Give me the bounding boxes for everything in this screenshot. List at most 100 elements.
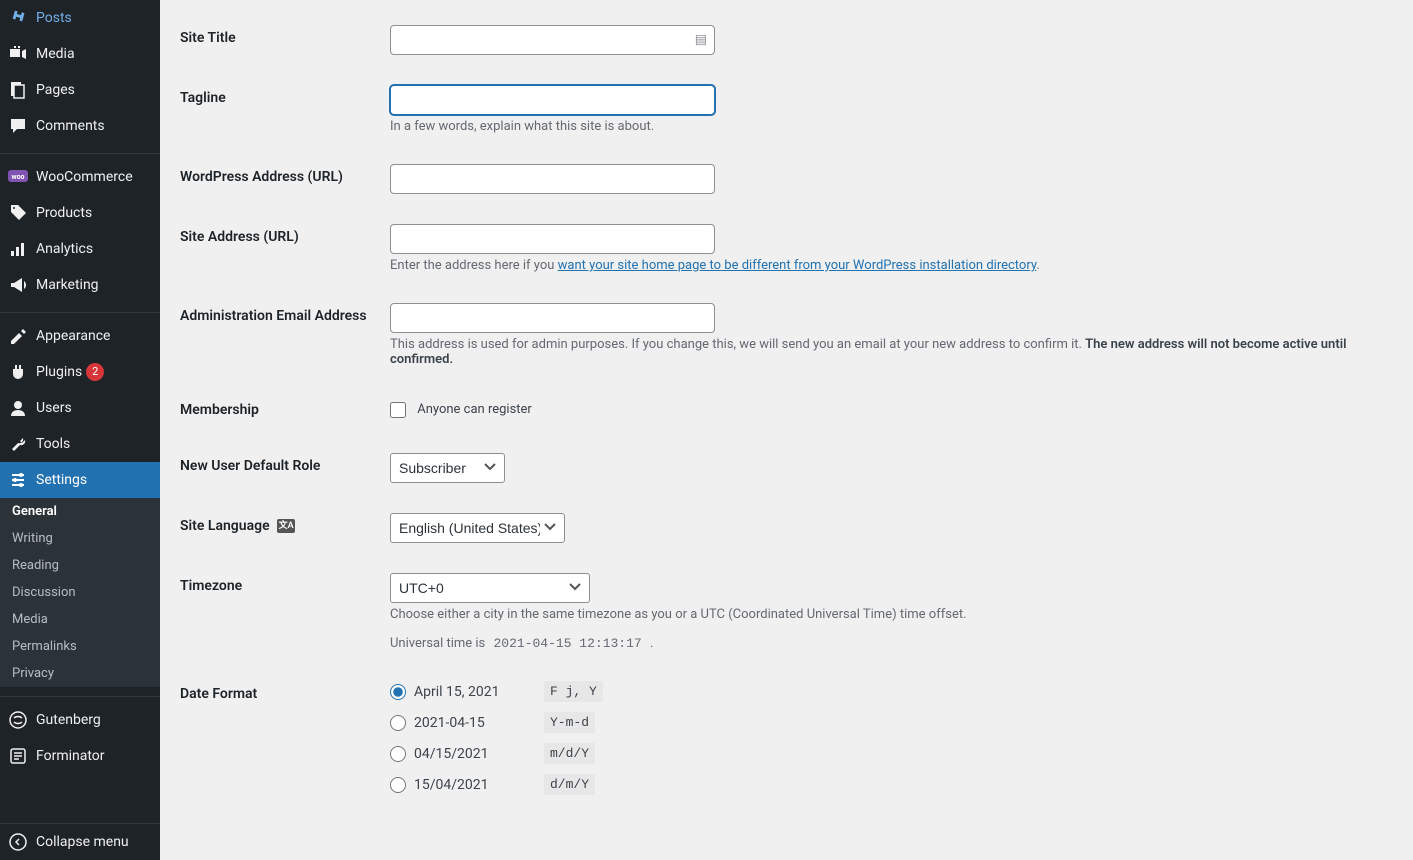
menu-separator xyxy=(0,308,160,313)
submenu-permalinks[interactable]: Permalinks xyxy=(0,633,160,660)
menu-separator xyxy=(0,149,160,154)
membership-label: Membership xyxy=(180,402,259,418)
sidebar-label: Products xyxy=(36,205,92,221)
sidebar-label: Users xyxy=(36,400,72,416)
sidebar-label: Analytics xyxy=(36,241,93,257)
sidebar-item-media[interactable]: Media xyxy=(0,36,160,72)
sidebar-item-forminator[interactable]: Forminator xyxy=(0,738,160,774)
plugins-icon xyxy=(8,362,28,382)
date-format-option[interactable]: 2021-04-15Y-m-d xyxy=(390,712,1383,733)
date-format-option[interactable]: April 15, 2021F j, Y xyxy=(390,681,1383,702)
date-format-display: 04/15/2021 xyxy=(414,746,544,762)
date-format-code: Y-m-d xyxy=(544,712,595,733)
admin-email-label: Administration Email Address xyxy=(180,308,367,324)
sidebar-label: Collapse menu xyxy=(36,834,129,850)
default-role-select[interactable]: Subscriber xyxy=(390,453,505,483)
appearance-icon xyxy=(8,326,28,346)
sidebar-item-pages[interactable]: Pages xyxy=(0,72,160,108)
tagline-input[interactable] xyxy=(390,85,715,115)
site-language-select[interactable]: English (United States) xyxy=(390,513,565,543)
sidebar-item-products[interactable]: Products xyxy=(0,195,160,231)
sidebar-label: Plugins xyxy=(36,364,82,380)
date-format-radio[interactable] xyxy=(390,777,406,793)
date-format-display: April 15, 2021 xyxy=(414,684,544,700)
wp-url-label: WordPress Address (URL) xyxy=(180,169,343,185)
utc-time-code: 2021-04-15 12:13:17 xyxy=(488,634,646,653)
site-url-label: Site Address (URL) xyxy=(180,229,299,245)
gutenberg-icon xyxy=(8,710,28,730)
submenu-discussion[interactable]: Discussion xyxy=(0,579,160,606)
woocommerce-icon: woo xyxy=(8,167,28,187)
sidebar-item-gutenberg[interactable]: Gutenberg xyxy=(0,702,160,738)
pages-icon xyxy=(8,80,28,100)
sidebar-label: Media xyxy=(36,46,75,62)
date-format-radio[interactable] xyxy=(390,715,406,731)
comments-icon xyxy=(8,116,28,136)
sidebar-label: Forminator xyxy=(36,748,105,764)
tagline-description: In a few words, explain what this site i… xyxy=(390,119,1383,134)
timezone-select[interactable]: UTC+0 xyxy=(390,573,590,603)
sidebar-label: Pages xyxy=(36,82,75,98)
date-format-code: d/m/Y xyxy=(544,774,595,795)
sidebar-item-appearance[interactable]: Appearance xyxy=(0,318,160,354)
date-format-code: F j, Y xyxy=(544,681,603,702)
collapse-icon xyxy=(8,832,28,852)
wp-url-input[interactable] xyxy=(390,164,715,194)
membership-checkbox[interactable] xyxy=(390,402,406,418)
sidebar-label: WooCommerce xyxy=(36,169,133,185)
sidebar-item-analytics[interactable]: Analytics xyxy=(0,231,160,267)
sidebar-item-settings[interactable]: Settings xyxy=(0,462,160,498)
timezone-description: Choose either a city in the same timezon… xyxy=(390,607,1383,622)
submenu-privacy[interactable]: Privacy xyxy=(0,660,160,687)
submenu-general[interactable]: General xyxy=(0,498,160,525)
settings-submenu: General Writing Reading Discussion Media… xyxy=(0,498,160,687)
date-format-display: 2021-04-15 xyxy=(414,715,544,731)
admin-email-description: This address is used for admin purposes.… xyxy=(390,337,1383,367)
sidebar-item-posts[interactable]: Posts xyxy=(0,0,160,36)
date-format-option[interactable]: 15/04/2021d/m/Y xyxy=(390,774,1383,795)
timezone-utc-line: Universal time is 2021-04-15 12:13:17 . xyxy=(390,636,1383,651)
site-language-label: Site Language 文A xyxy=(180,518,295,534)
sidebar-label: Marketing xyxy=(36,277,99,293)
date-format-radio[interactable] xyxy=(390,746,406,762)
menu-separator xyxy=(0,692,160,697)
submenu-writing[interactable]: Writing xyxy=(0,525,160,552)
sidebar-label: Comments xyxy=(36,118,105,134)
submenu-media[interactable]: Media xyxy=(0,606,160,633)
date-format-radio[interactable] xyxy=(390,684,406,700)
sidebar-item-tools[interactable]: Tools xyxy=(0,426,160,462)
marketing-icon xyxy=(8,275,28,295)
site-title-label: Site Title xyxy=(180,30,236,46)
collapse-menu[interactable]: Collapse menu xyxy=(0,823,160,860)
plugins-update-badge: 2 xyxy=(86,363,104,381)
site-title-input[interactable] xyxy=(390,25,715,55)
tools-icon xyxy=(8,434,28,454)
sidebar-item-woocommerce[interactable]: woo WooCommerce xyxy=(0,159,160,195)
forminator-icon xyxy=(8,746,28,766)
analytics-icon xyxy=(8,239,28,259)
svg-text:woo: woo xyxy=(11,173,24,181)
membership-checkbox-wrap[interactable]: Anyone can register xyxy=(390,402,532,417)
date-format-display: 15/04/2021 xyxy=(414,777,544,793)
submenu-reading[interactable]: Reading xyxy=(0,552,160,579)
sidebar-item-comments[interactable]: Comments xyxy=(0,108,160,144)
date-format-label: Date Format xyxy=(180,686,257,702)
sidebar-item-marketing[interactable]: Marketing xyxy=(0,267,160,303)
date-format-code: m/d/Y xyxy=(544,743,595,764)
sidebar-item-users[interactable]: Users xyxy=(0,390,160,426)
site-url-input[interactable] xyxy=(390,224,715,254)
users-icon xyxy=(8,398,28,418)
site-url-description: Enter the address here if you want your … xyxy=(390,258,1383,273)
media-icon xyxy=(8,44,28,64)
settings-general-form: Site Title ▤ Tagline In a few words, exp… xyxy=(160,0,1413,860)
date-format-option[interactable]: 04/15/2021m/d/Y xyxy=(390,743,1383,764)
sidebar-label: Gutenberg xyxy=(36,712,101,728)
admin-sidebar: Posts Media Pages Comments woo WooCommer… xyxy=(0,0,160,860)
settings-icon xyxy=(8,470,28,490)
sidebar-label: Tools xyxy=(36,436,70,452)
site-url-help-link[interactable]: want your site home page to be different… xyxy=(558,258,1037,273)
default-role-label: New User Default Role xyxy=(180,458,320,474)
tagline-label: Tagline xyxy=(180,90,226,106)
sidebar-item-plugins[interactable]: Plugins 2 xyxy=(0,354,160,390)
admin-email-input[interactable] xyxy=(390,303,715,333)
